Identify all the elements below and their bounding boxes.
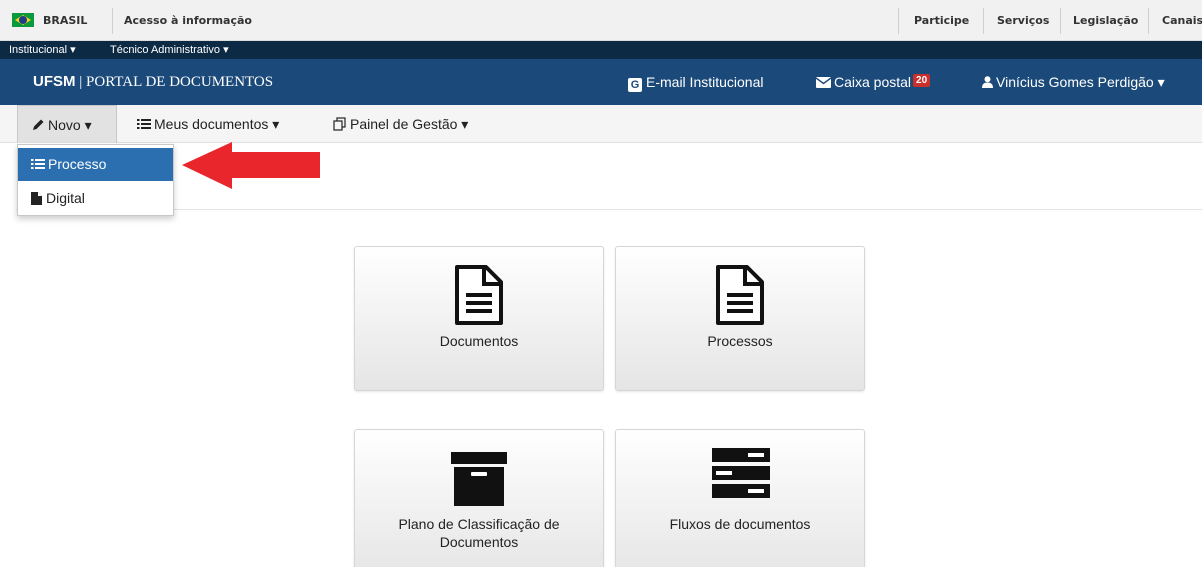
title-divider: [16, 209, 1202, 210]
novo-menu-button[interactable]: Novo ▾: [17, 105, 117, 143]
painel-gestao-label: Painel de Gestão ▾: [350, 116, 469, 132]
menu-item-processo-label: Processo: [48, 156, 107, 172]
card-plano-label-line2: Documentos: [439, 534, 519, 550]
card-fluxos-label: Fluxos de documentos: [669, 516, 811, 532]
card-plano-label-line1: Plano de Classificação de: [398, 516, 560, 532]
google-icon: G: [628, 78, 642, 92]
gov-top-bar: BRASIL Acesso à informação Participe Ser…: [0, 0, 1202, 41]
card-plano-classificacao[interactable]: Plano de Classificação de Documentos: [354, 429, 604, 567]
list-icon: [137, 119, 151, 129]
file-icon: [31, 192, 42, 205]
portal-header: UFSM | PORTAL DE DOCUMENTOS G E-mail Inst…: [0, 59, 1202, 105]
institutional-bar: Institucional ▾ Técnico Administrativo ▾: [0, 41, 1202, 59]
card-fluxos-documentos[interactable]: Fluxos de documentos: [615, 429, 865, 567]
divider: [112, 8, 113, 34]
divider: [898, 8, 899, 34]
archive-box-icon: [451, 452, 507, 506]
envelope-icon: [815, 77, 832, 88]
main-toolbar: Novo ▾ Meus documentos ▾ Painel de Gestã…: [0, 105, 1202, 143]
document-icon: [716, 265, 764, 325]
legislacao-link[interactable]: Legislação: [1073, 14, 1138, 27]
divider: [983, 8, 984, 34]
novo-dropdown-menu: Processo Digital: [17, 144, 174, 216]
card-processos[interactable]: Processos: [615, 246, 865, 391]
brasil-link[interactable]: BRASIL: [43, 14, 87, 27]
brazil-flag-icon: [12, 13, 34, 27]
caixa-postal-label: Caixa postal: [834, 74, 912, 90]
menu-item-digital-label: Digital: [46, 190, 85, 206]
menu-item-processo[interactable]: Processo: [18, 148, 173, 181]
caixa-postal-link[interactable]: Caixa postal 20: [815, 74, 931, 90]
card-documentos-label: Documentos: [439, 333, 519, 349]
tecnico-administrativo-menu[interactable]: Técnico Administrativo ▾: [110, 43, 229, 56]
red-arrow-annotation: [182, 142, 320, 189]
list-icon: [31, 159, 45, 169]
servicos-link[interactable]: Serviços: [997, 14, 1049, 27]
email-institucional-link[interactable]: G E-mail Institucional: [628, 74, 764, 92]
meus-documentos-label: Meus documentos ▾: [154, 116, 280, 132]
meus-documentos-menu[interactable]: Meus documentos ▾: [137, 105, 279, 143]
copy-icon: [333, 117, 346, 131]
user-menu[interactable]: Vinícius Gomes Perdigão ▾: [982, 74, 1165, 91]
brand-ufsm: UFSM: [33, 73, 76, 90]
menu-item-digital[interactable]: Digital: [18, 182, 173, 215]
card-documentos[interactable]: Documentos: [354, 246, 604, 391]
portal-brand[interactable]: UFSM | PORTAL DE DOCUMENTOS: [33, 73, 273, 91]
divider: [1060, 8, 1061, 34]
server-stack-icon: [712, 448, 770, 498]
pencil-icon: [33, 119, 44, 130]
document-icon: [455, 265, 503, 325]
user-name: Vinícius Gomes Perdigão ▾: [996, 74, 1165, 90]
brand-title: PORTAL DE DOCUMENTOS: [86, 74, 274, 90]
novo-label: Novo ▾: [48, 117, 92, 133]
brand-separator: |: [79, 74, 83, 90]
painel-gestao-menu[interactable]: Painel de Gestão ▾: [333, 105, 468, 143]
institucional-menu[interactable]: Institucional ▾: [9, 43, 76, 56]
card-processos-label: Processos: [707, 333, 773, 349]
user-icon: [982, 76, 993, 88]
divider: [1148, 8, 1149, 34]
participe-link[interactable]: Participe: [914, 14, 969, 27]
email-label: E-mail Institucional: [646, 74, 764, 90]
unread-count-badge: 20: [913, 74, 931, 87]
acesso-informacao-link[interactable]: Acesso à informação: [124, 14, 252, 27]
canais-link[interactable]: Canais: [1162, 14, 1202, 27]
